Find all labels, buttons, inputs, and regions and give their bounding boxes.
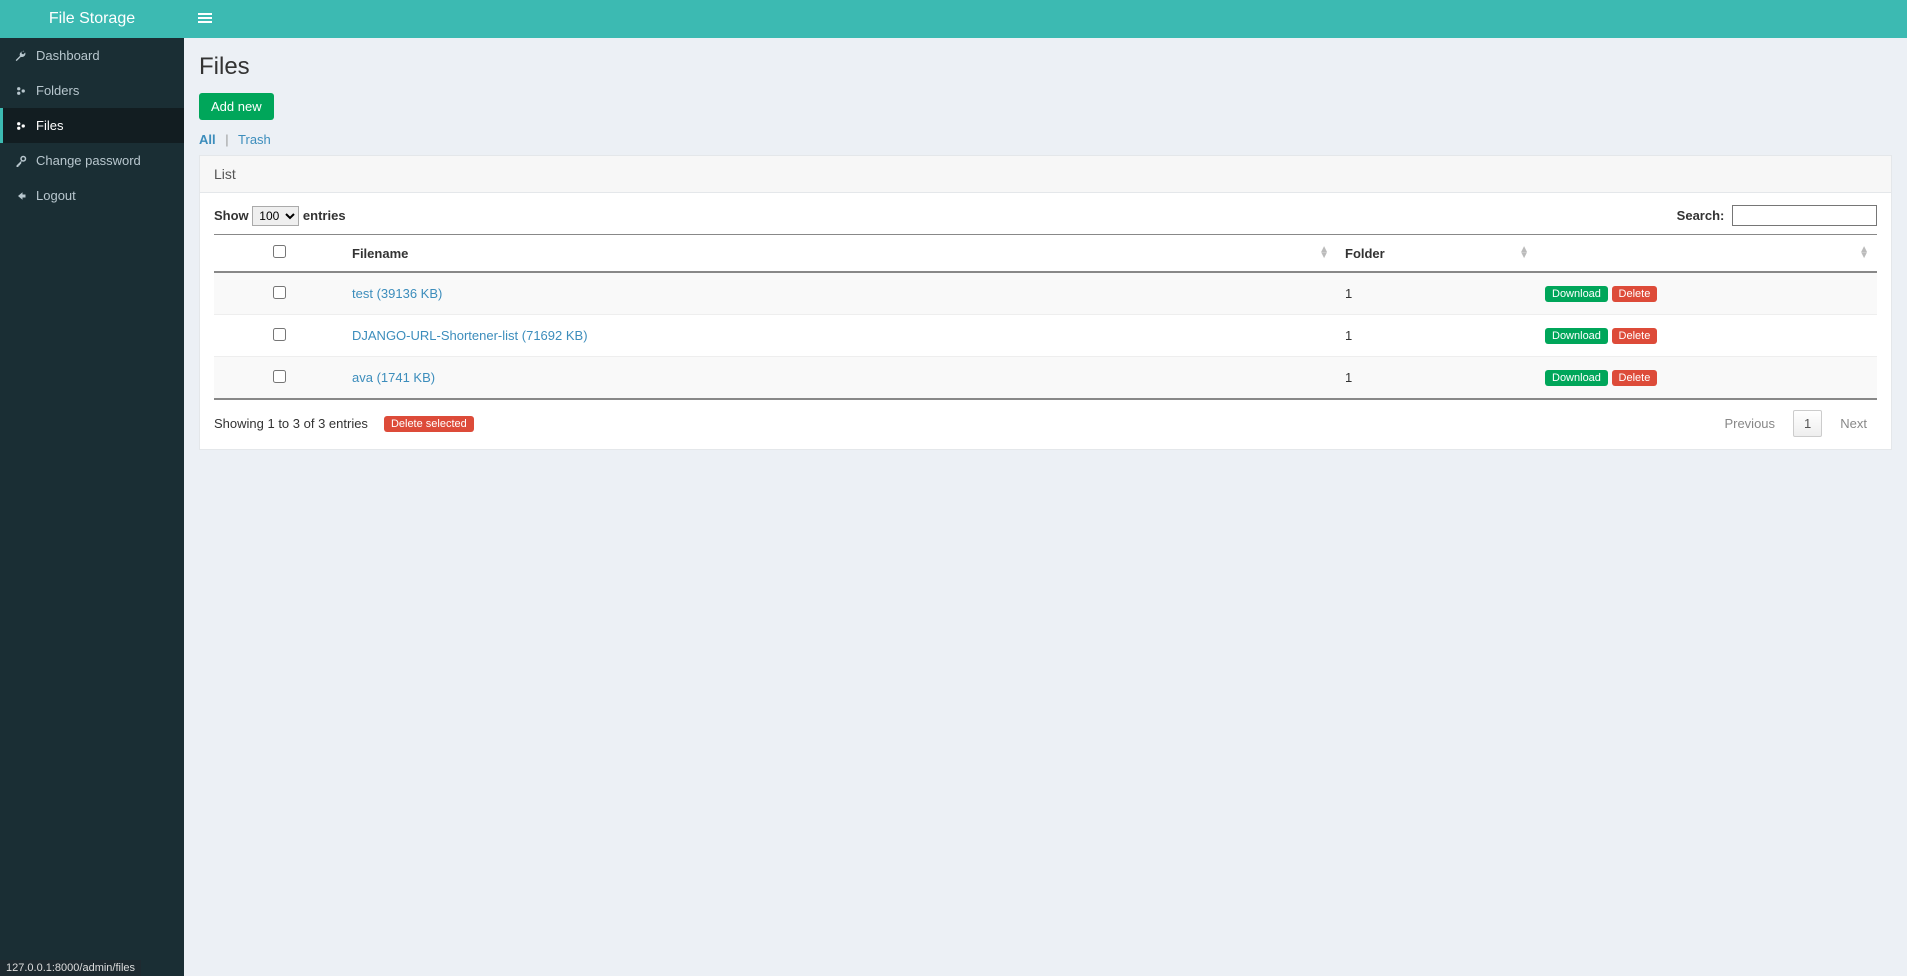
cogs-icon	[14, 85, 28, 97]
sidebar-item-folders[interactable]: Folders	[0, 73, 184, 108]
row-checkbox[interactable]	[273, 328, 286, 341]
pagination: Previous 1 Next	[1714, 410, 1877, 437]
delete-button[interactable]: Delete	[1612, 370, 1658, 386]
filter-separator: |	[225, 132, 228, 147]
filter-trash[interactable]: Trash	[238, 132, 271, 147]
page-title: Files	[199, 53, 1892, 81]
delete-button[interactable]: Delete	[1612, 286, 1658, 302]
file-link[interactable]: test (39136 KB)	[352, 286, 442, 301]
folder-cell: 1	[1337, 357, 1537, 400]
delete-button[interactable]: Delete	[1612, 328, 1658, 344]
previous-button[interactable]: Previous	[1714, 411, 1785, 436]
row-checkbox[interactable]	[273, 370, 286, 383]
wrench-icon	[14, 50, 28, 62]
brand[interactable]: File Storage	[0, 10, 184, 28]
sidebar-item-change-password[interactable]: Change password	[0, 143, 184, 178]
col-checkbox	[214, 235, 344, 273]
sidebar-item-dashboard[interactable]: Dashboard	[0, 38, 184, 73]
table-row: test (39136 KB) 1 Download Delete	[214, 272, 1877, 315]
folder-cell: 1	[1337, 315, 1537, 357]
filter-all[interactable]: All	[199, 132, 216, 147]
col-actions: ▲▼	[1537, 235, 1877, 273]
download-button[interactable]: Download	[1545, 286, 1608, 302]
folder-cell: 1	[1337, 272, 1537, 315]
main-content: Files Add new All | Trash List Show 100 …	[184, 38, 1907, 465]
file-link[interactable]: DJANGO-URL-Shortener-list (71692 KB)	[352, 328, 588, 343]
show-label-pre: Show	[214, 208, 249, 223]
panel-header: List	[200, 156, 1891, 193]
datatable-bottom: Showing 1 to 3 of 3 entries Delete selec…	[214, 410, 1877, 437]
search-label: Search:	[1677, 208, 1725, 223]
cogs-icon	[14, 120, 28, 132]
length-control: Show 100 entries	[214, 206, 346, 226]
list-panel: List Show 100 entries Search:	[199, 155, 1892, 450]
delete-selected-button[interactable]: Delete selected	[384, 416, 474, 432]
panel-body: Show 100 entries Search:	[200, 193, 1891, 449]
sort-icon: ▲▼	[1519, 247, 1529, 259]
sidebar: Dashboard Folders Files Change password …	[0, 38, 184, 976]
entries-select[interactable]: 100	[252, 206, 299, 226]
sidebar-item-label: Logout	[36, 188, 76, 203]
next-button[interactable]: Next	[1830, 411, 1877, 436]
topbar: File Storage	[0, 0, 1907, 38]
key-icon	[14, 155, 28, 167]
sidebar-item-label: Folders	[36, 83, 79, 98]
col-folder[interactable]: Folder ▲▼	[1337, 235, 1537, 273]
page-number[interactable]: 1	[1793, 410, 1822, 437]
file-link[interactable]: ava (1741 KB)	[352, 370, 435, 385]
download-button[interactable]: Download	[1545, 328, 1608, 344]
col-filename[interactable]: Filename ▲▼	[344, 235, 1337, 273]
files-table: Filename ▲▼ Folder ▲▼ ▲▼ test (39136 KB)…	[214, 234, 1877, 400]
sidebar-item-label: Change password	[36, 153, 141, 168]
download-button[interactable]: Download	[1545, 370, 1608, 386]
sidebar-item-files[interactable]: Files	[0, 108, 184, 143]
table-header-row: Filename ▲▼ Folder ▲▼ ▲▼	[214, 235, 1877, 273]
table-row: ava (1741 KB) 1 Download Delete	[214, 357, 1877, 400]
status-bar: 127.0.0.1:8000/admin/files	[0, 960, 141, 976]
sidebar-item-label: Dashboard	[36, 48, 100, 63]
arrow-left-icon	[14, 190, 28, 202]
sidebar-item-label: Files	[36, 118, 63, 133]
add-new-button[interactable]: Add new	[199, 93, 274, 120]
search-input[interactable]	[1732, 205, 1877, 226]
table-row: DJANGO-URL-Shortener-list (71692 KB) 1 Dow…	[214, 315, 1877, 357]
sidebar-item-logout[interactable]: Logout	[0, 178, 184, 213]
bars-icon	[198, 12, 212, 28]
select-all-checkbox[interactable]	[273, 245, 286, 258]
filter-links: All | Trash	[199, 132, 1892, 147]
datatable-top: Show 100 entries Search:	[214, 205, 1877, 226]
sort-icon: ▲▼	[1319, 247, 1329, 259]
sidebar-toggle[interactable]	[184, 11, 226, 28]
table-info: Showing 1 to 3 of 3 entries	[214, 416, 368, 431]
show-label-post: entries	[303, 208, 346, 223]
search-control: Search:	[1677, 205, 1877, 226]
row-checkbox[interactable]	[273, 286, 286, 299]
sort-icon: ▲▼	[1859, 247, 1869, 259]
